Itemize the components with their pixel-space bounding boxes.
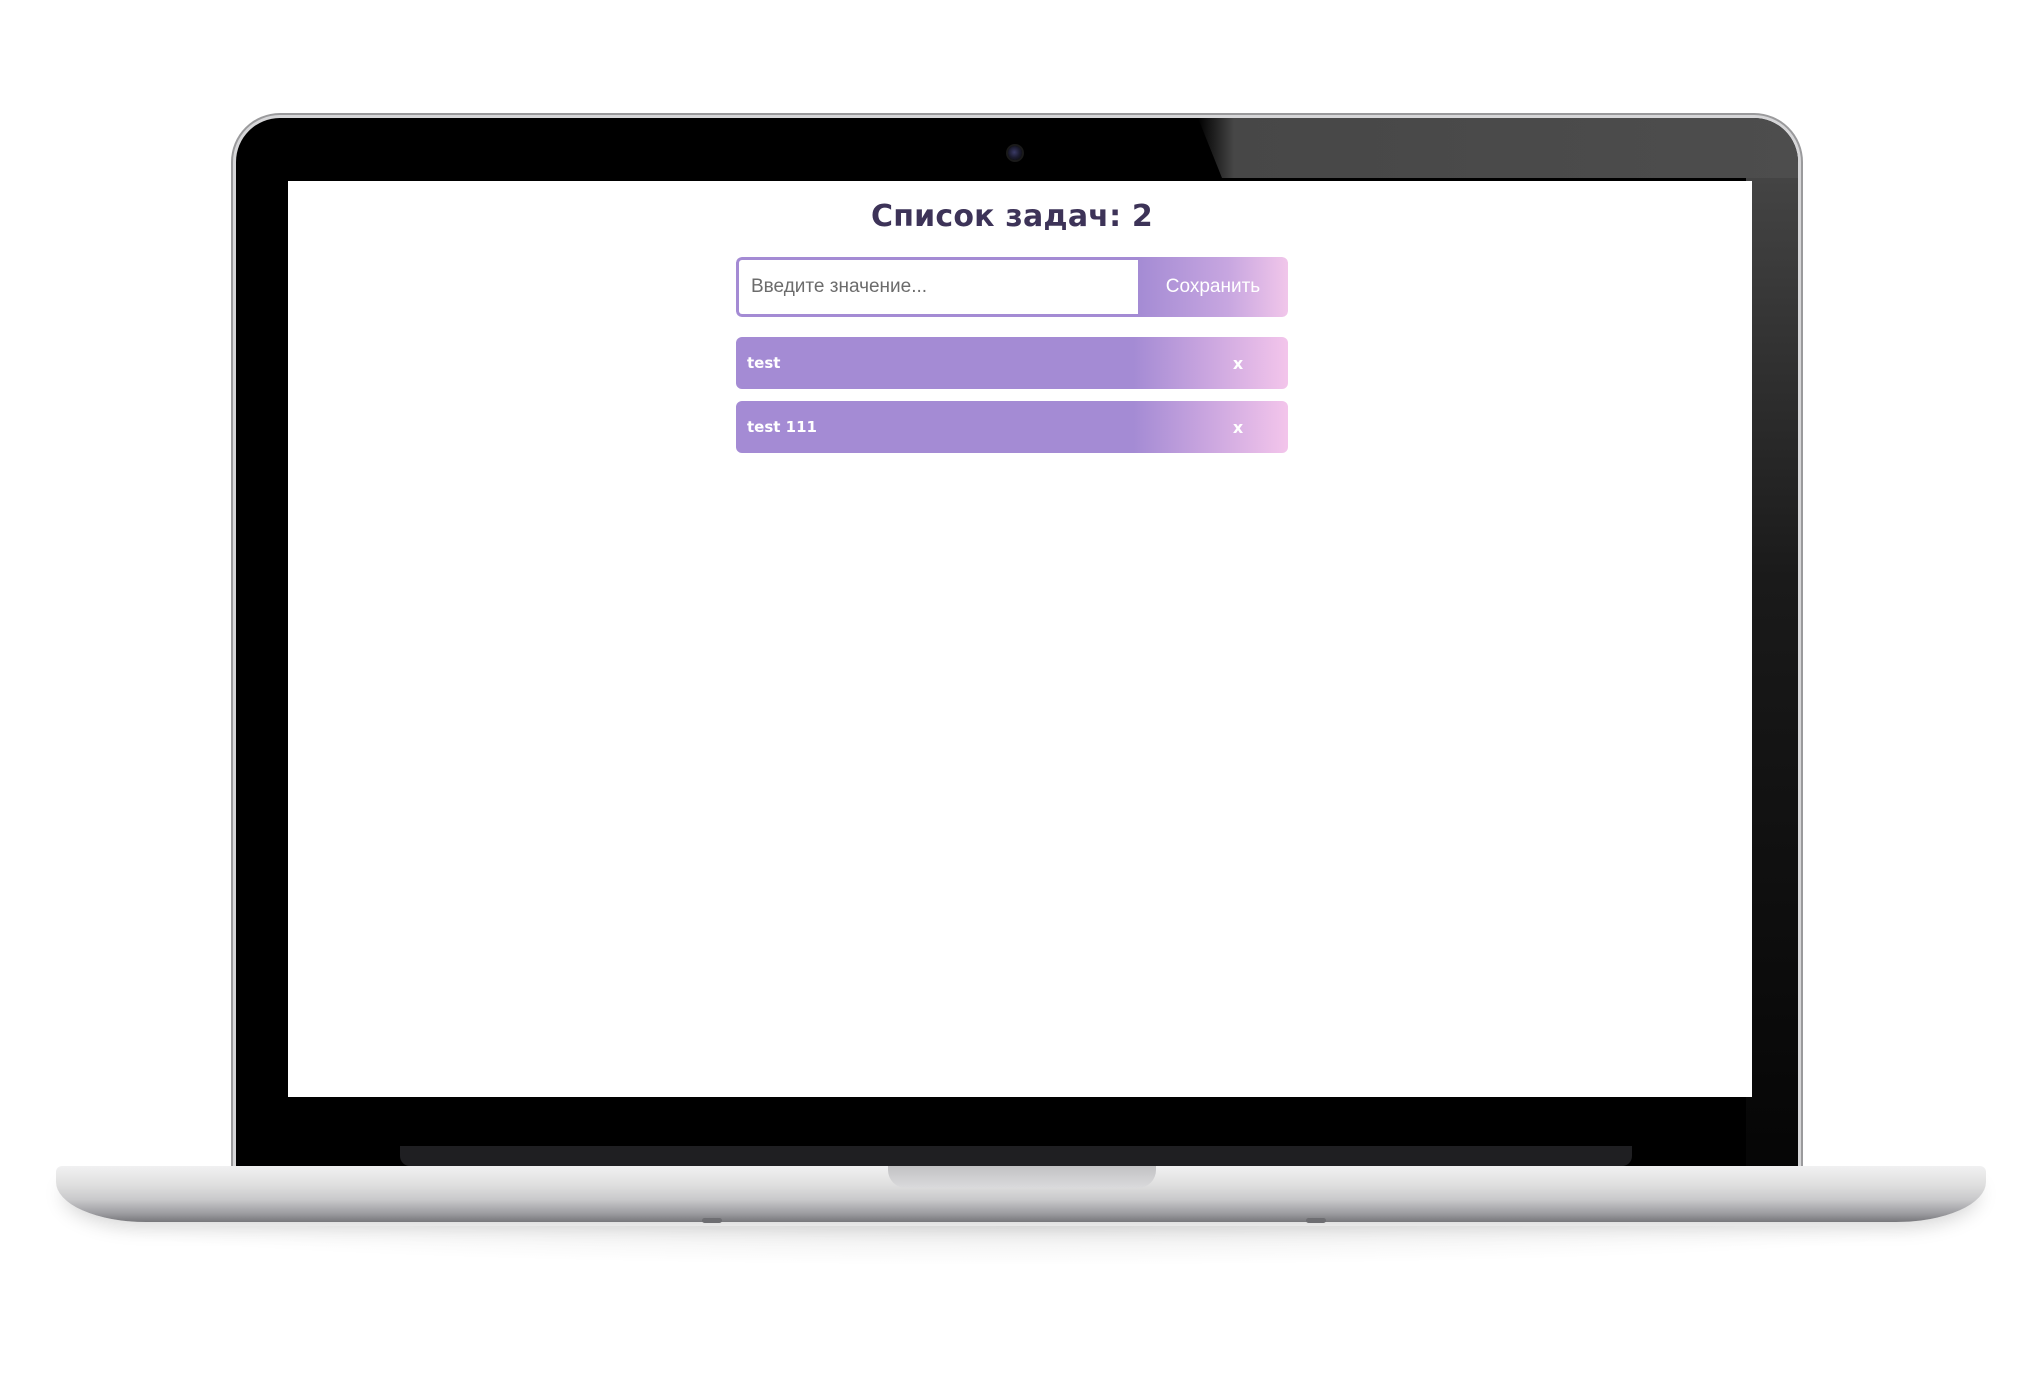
- page-title: Список задач: 2: [870, 199, 1154, 234]
- lid-glare-side: [1746, 178, 1798, 1166]
- bottom-bezel: [400, 1146, 1632, 1166]
- task-text: test 111: [747, 418, 817, 436]
- delete-task-button[interactable]: x: [1210, 343, 1266, 383]
- laptop-foot: [702, 1218, 722, 1223]
- base-shadow: [60, 1226, 1982, 1266]
- delete-task-button[interactable]: x: [1210, 407, 1266, 447]
- webcam-icon: [1008, 146, 1022, 160]
- task-item: test 111 x: [736, 401, 1288, 453]
- lid-glare: [1198, 118, 1798, 178]
- trackpad-notch: [888, 1166, 1156, 1188]
- todo-app: Список задач: 2 Сохранить test x test 11…: [736, 181, 1288, 453]
- save-button[interactable]: Сохранить: [1138, 257, 1288, 317]
- task-item: test x: [736, 337, 1288, 389]
- task-input[interactable]: [736, 257, 1138, 317]
- task-text: test: [747, 354, 781, 372]
- laptop-screen: Список задач: 2 Сохранить test x test 11…: [288, 181, 1752, 1097]
- add-task-form: Сохранить: [736, 257, 1288, 317]
- task-list: test x test 111 x: [736, 337, 1288, 465]
- laptop-mockup: Список задач: 2 Сохранить test x test 11…: [0, 0, 2033, 1380]
- laptop-foot: [1306, 1218, 1326, 1223]
